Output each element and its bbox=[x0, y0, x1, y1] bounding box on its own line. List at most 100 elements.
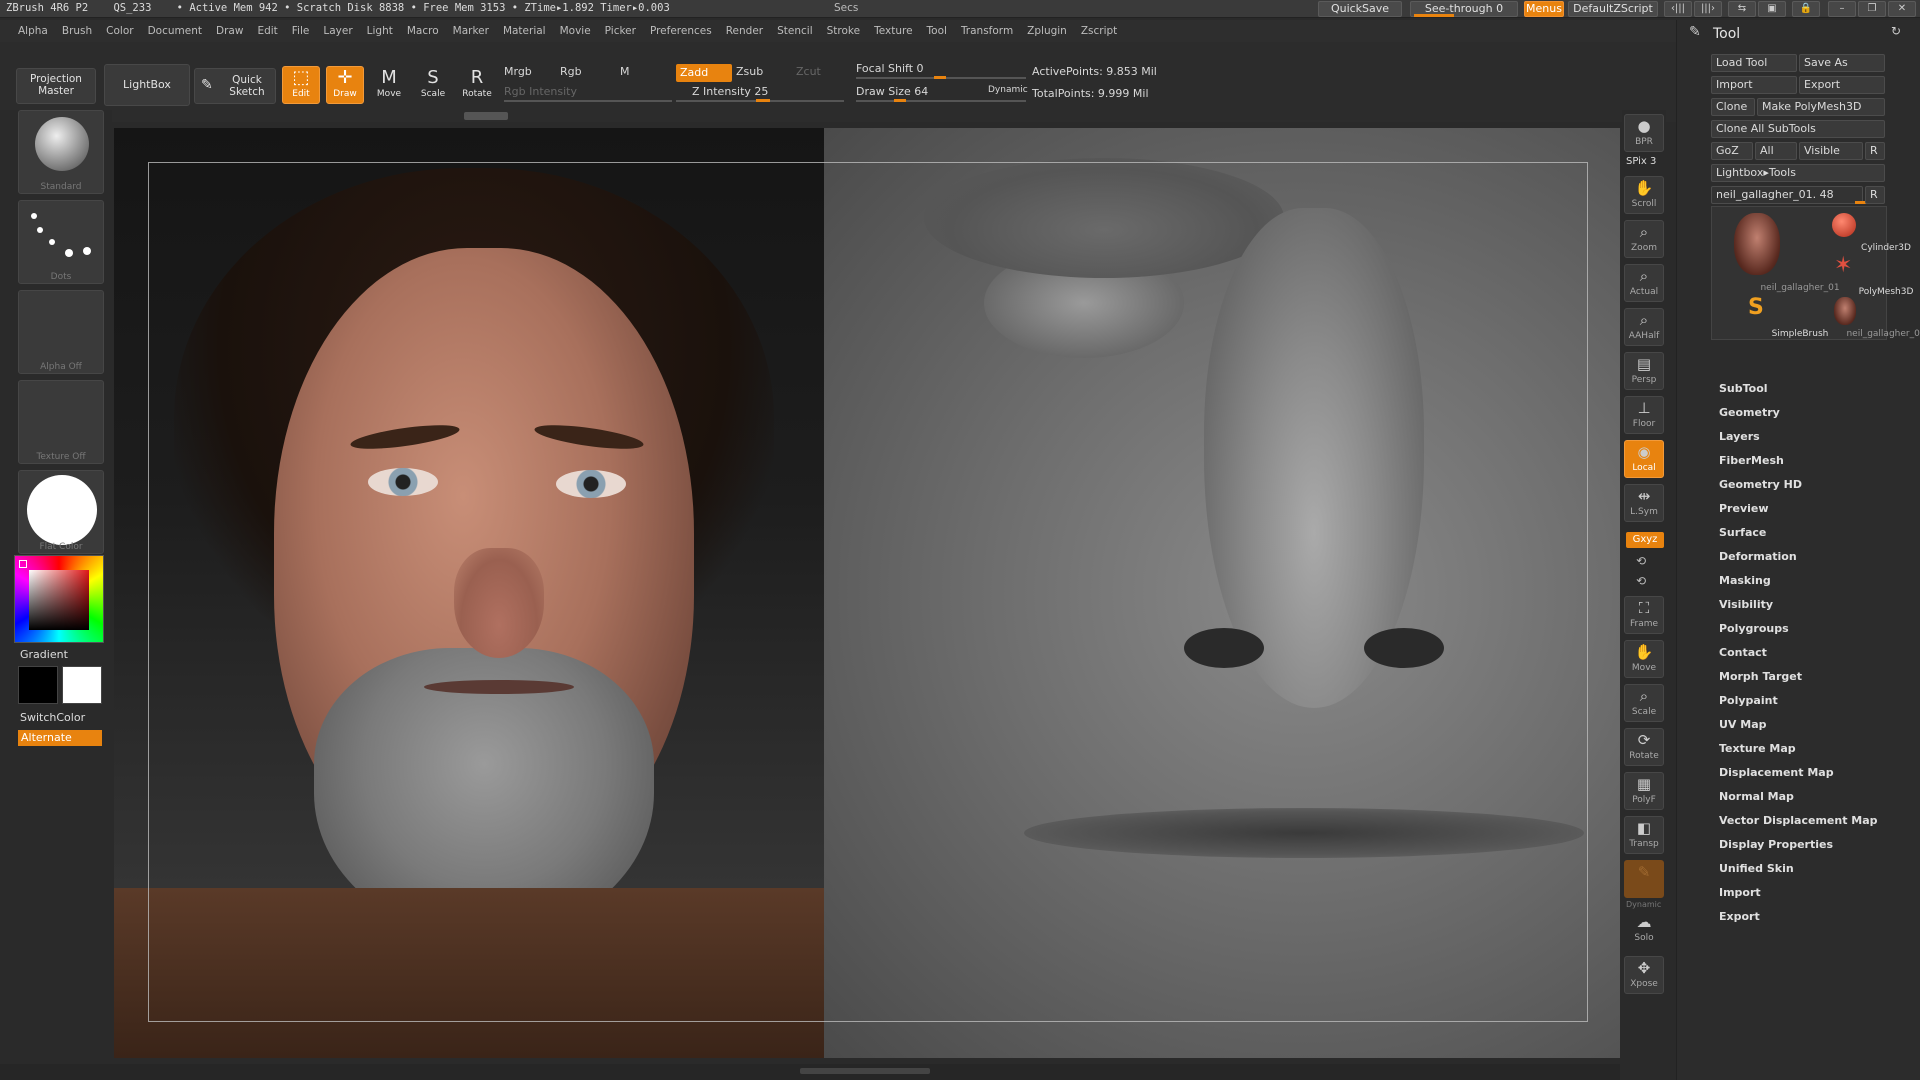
menu-item-color[interactable]: Color bbox=[106, 20, 133, 42]
export-button[interactable]: Export bbox=[1799, 76, 1885, 94]
switchcolor-button[interactable]: SwitchColor bbox=[20, 711, 85, 724]
aahalf-button[interactable]: ⌕ AAHalf bbox=[1624, 308, 1664, 346]
menu-item-macro[interactable]: Macro bbox=[407, 20, 439, 42]
tool-palette-icon[interactable]: ✎ bbox=[1689, 24, 1701, 40]
rotate-view-button[interactable]: ⟳ Rotate bbox=[1624, 728, 1664, 766]
menu-item-tool[interactable]: Tool bbox=[927, 20, 947, 42]
alpha-slot[interactable]: Alpha Off bbox=[18, 290, 104, 374]
menu-item-movie[interactable]: Movie bbox=[560, 20, 591, 42]
subpalette-vector-displacement-map[interactable]: Vector Displacement Map bbox=[1719, 814, 1878, 827]
restore-icon[interactable]: ❐ bbox=[1858, 1, 1886, 17]
actual-button[interactable]: ⌕ Actual bbox=[1624, 264, 1664, 302]
zoom-button[interactable]: ⌕ Zoom bbox=[1624, 220, 1664, 258]
load-tool-button[interactable]: Load Tool bbox=[1711, 54, 1797, 72]
mrgb-toggle[interactable]: Mrgb bbox=[504, 65, 532, 78]
xpose-button[interactable]: ✥ Xpose bbox=[1624, 956, 1664, 994]
m-toggle[interactable]: M bbox=[620, 65, 630, 78]
rotate-z-icon[interactable]: ⟲ bbox=[1636, 574, 1646, 588]
subpalette-masking[interactable]: Masking bbox=[1719, 574, 1771, 587]
frame-button[interactable]: ⛶ Frame bbox=[1624, 596, 1664, 634]
spix-slider[interactable]: SPix 3 bbox=[1626, 156, 1656, 167]
lightbox-tools-button[interactable]: Lightbox▸Tools bbox=[1711, 164, 1885, 182]
polyf-button[interactable]: ▦ PolyF bbox=[1624, 772, 1664, 810]
scale-view-button[interactable]: ⌕ Scale bbox=[1624, 684, 1664, 722]
layout-icon[interactable]: ‹||| bbox=[1664, 1, 1692, 17]
menu-item-preferences[interactable]: Preferences bbox=[650, 20, 712, 42]
subpalette-layers[interactable]: Layers bbox=[1719, 430, 1760, 443]
subpalette-export[interactable]: Export bbox=[1719, 910, 1760, 923]
stroke-slot[interactable]: Dots bbox=[18, 200, 104, 284]
menu-item-brush[interactable]: Brush bbox=[62, 20, 92, 42]
lsym-button[interactable]: ⇹ L.Sym bbox=[1624, 484, 1664, 522]
shelf-scroll-handle[interactable] bbox=[464, 112, 508, 120]
local-button[interactable]: ◉ Local bbox=[1624, 440, 1664, 478]
goz-all-button[interactable]: All bbox=[1755, 142, 1797, 160]
subpalette-deformation[interactable]: Deformation bbox=[1719, 550, 1797, 563]
menu-item-edit[interactable]: Edit bbox=[257, 20, 277, 42]
menu-item-alpha[interactable]: Alpha bbox=[18, 20, 48, 42]
menu-item-document[interactable]: Document bbox=[148, 20, 202, 42]
palette-refresh-icon[interactable]: ↻ bbox=[1891, 24, 1901, 38]
bpr-button[interactable]: ● BPR bbox=[1624, 114, 1664, 152]
menu-item-transform[interactable]: Transform bbox=[961, 20, 1013, 42]
zcut-toggle[interactable]: Zcut bbox=[796, 65, 821, 78]
tool-thumb-neil-head[interactable]: neil_gallagher_01 bbox=[1714, 209, 1840, 293]
ui-store-icon[interactable]: ▣ bbox=[1758, 1, 1786, 17]
menus-button[interactable]: Menus bbox=[1524, 1, 1564, 17]
subpalette-displacement-map[interactable]: Displacement Map bbox=[1719, 766, 1834, 779]
layout-alt-icon[interactable]: |||› bbox=[1694, 1, 1722, 17]
persp-button[interactable]: ▤ Persp bbox=[1624, 352, 1664, 390]
clone-all-subtools-button[interactable]: Clone All SubTools bbox=[1711, 120, 1885, 138]
make-polymesh-button[interactable]: Make PolyMesh3D bbox=[1757, 98, 1885, 116]
tool-thumb-cylinder[interactable]: Cylinder3D bbox=[1800, 209, 1911, 253]
menu-item-render[interactable]: Render bbox=[726, 20, 763, 42]
color-picker[interactable] bbox=[14, 555, 104, 643]
move-mode-button[interactable]: M Move bbox=[370, 66, 408, 104]
subpalette-preview[interactable]: Preview bbox=[1719, 502, 1769, 515]
menu-item-light[interactable]: Light bbox=[367, 20, 393, 42]
subpalette-visibility[interactable]: Visibility bbox=[1719, 598, 1773, 611]
menu-item-draw[interactable]: Draw bbox=[216, 20, 243, 42]
current-tool-slider[interactable]: neil_gallagher_01. 48 bbox=[1711, 186, 1863, 204]
bottom-toggle-handle[interactable] bbox=[800, 1068, 930, 1074]
menu-item-zplugin[interactable]: Zplugin bbox=[1027, 20, 1067, 42]
subpalette-contact[interactable]: Contact bbox=[1719, 646, 1767, 659]
minimize-icon[interactable]: – bbox=[1828, 1, 1856, 17]
tool-thumb-simplebrush[interactable]: S SimpleBrush bbox=[1714, 295, 1828, 339]
focal-shift-slider[interactable]: Focal Shift 0 bbox=[856, 62, 924, 75]
tool-thumb-neil-head-2[interactable]: neil_gallagher_01 bbox=[1800, 295, 1920, 339]
zsub-toggle[interactable]: Zsub bbox=[736, 65, 763, 78]
menu-item-file[interactable]: File bbox=[292, 20, 310, 42]
current-tool-r-button[interactable]: R bbox=[1865, 186, 1885, 204]
menu-item-marker[interactable]: Marker bbox=[453, 20, 489, 42]
subpalette-fibermesh[interactable]: FiberMesh bbox=[1719, 454, 1784, 467]
brush-slot[interactable]: Standard bbox=[18, 110, 104, 194]
subpalette-unified-skin[interactable]: Unified Skin bbox=[1719, 862, 1794, 875]
edit-mode-button[interactable]: ⬚ Edit bbox=[282, 66, 320, 104]
xyz-button[interactable]: Gxyz bbox=[1626, 532, 1664, 548]
import-button[interactable]: Import bbox=[1711, 76, 1797, 94]
lightbox-button[interactable]: LightBox bbox=[104, 64, 190, 106]
solo-button[interactable]: ☁ Solo bbox=[1624, 910, 1664, 948]
lock-icon[interactable]: 🔒 bbox=[1792, 1, 1820, 17]
quicksave-button[interactable]: QuickSave bbox=[1318, 1, 1402, 17]
close-icon[interactable]: ✕ bbox=[1888, 1, 1916, 17]
default-zscript-button[interactable]: DefaultZScript bbox=[1568, 1, 1658, 17]
scroll-button[interactable]: ✋ Scroll bbox=[1624, 176, 1664, 214]
transp-button[interactable]: ◧ Transp bbox=[1624, 816, 1664, 854]
projection-master-button[interactable]: Projection Master bbox=[16, 68, 96, 104]
menu-item-stencil[interactable]: Stencil bbox=[777, 20, 813, 42]
save-as-button[interactable]: Save As bbox=[1799, 54, 1885, 72]
subpalette-display-properties[interactable]: Display Properties bbox=[1719, 838, 1833, 851]
subpalette-uv-map[interactable]: UV Map bbox=[1719, 718, 1767, 731]
menu-item-layer[interactable]: Layer bbox=[323, 20, 352, 42]
floor-button[interactable]: ⊥ Floor bbox=[1624, 396, 1664, 434]
color-picker-square[interactable] bbox=[29, 570, 89, 630]
rgb-toggle[interactable]: Rgb bbox=[560, 65, 582, 78]
move-view-button[interactable]: ✋ Move bbox=[1624, 640, 1664, 678]
zadd-toggle[interactable]: Zadd bbox=[676, 64, 732, 82]
dynamic-toggle[interactable]: Dynamic bbox=[988, 85, 1028, 95]
subpalette-surface[interactable]: Surface bbox=[1719, 526, 1766, 539]
goz-r-button[interactable]: R bbox=[1865, 142, 1885, 160]
ghost-button[interactable]: ✎ bbox=[1624, 860, 1664, 898]
